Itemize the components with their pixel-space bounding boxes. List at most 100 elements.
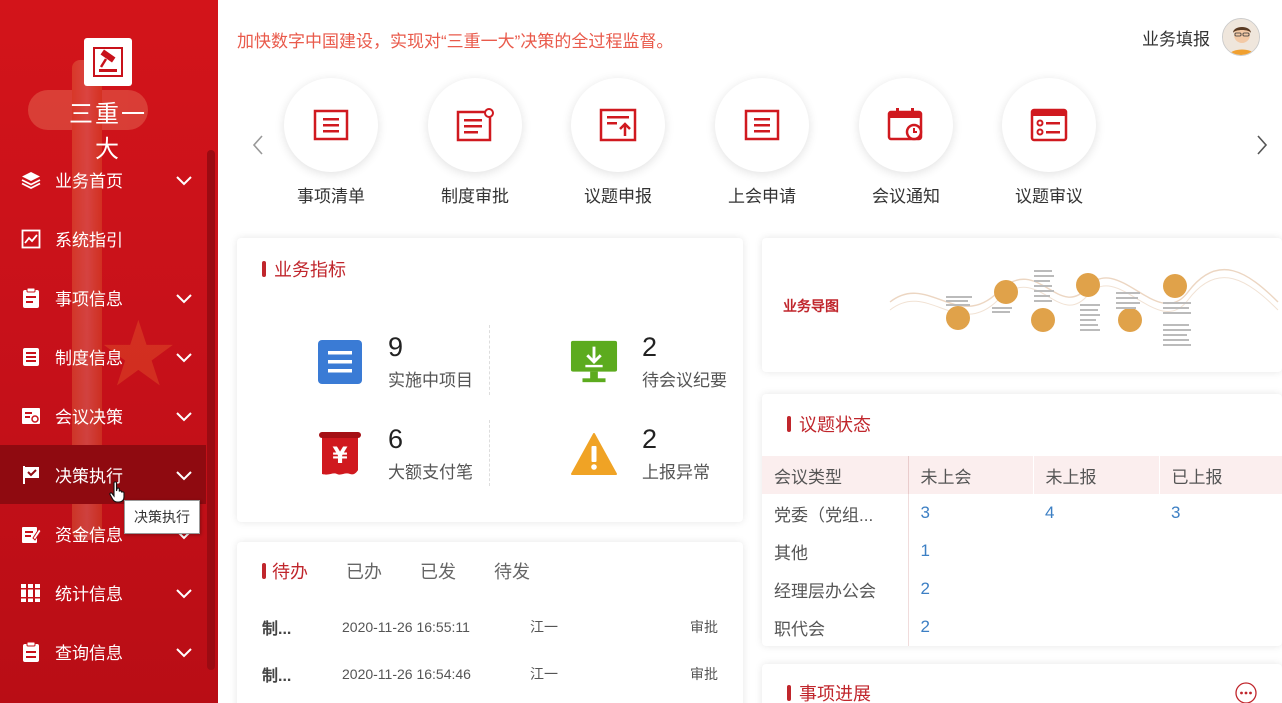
user-area[interactable]: 业务填报 [1142,18,1260,56]
cell-count[interactable] [1159,570,1282,608]
metric-label: 实施中项目 [388,371,473,390]
meeting-icon [20,405,42,427]
metric-value: 6 [388,424,404,454]
metric-value: 9 [388,332,404,362]
todo-user: 江一 [530,619,558,635]
trend-chart-icon [20,228,42,250]
business-flow-diagram [889,268,1279,346]
avatar[interactable] [1222,18,1260,56]
app-logo: 三重一大 [60,38,156,164]
gavel-icon [84,38,132,86]
user-role-label: 业务填报 [1142,29,1210,49]
metric-label: 大额支付笔 [388,463,473,482]
todo-row[interactable]: 制... 2020-11-26 16:54:46 江一 审批 [262,662,718,686]
cell-count[interactable] [1033,532,1159,570]
sidebar-item-label: 会议决策 [55,408,123,427]
hand-cursor-icon [109,481,125,503]
tab-sent[interactable]: 已发 [420,558,456,584]
chevron-down-icon [176,470,192,480]
table-row[interactable]: 职代会 2 [762,608,1282,646]
col-reported: 已上报 [1158,456,1282,494]
cell-meeting-type: 经理层办公会 [762,570,909,608]
table-row[interactable]: 党委（党组... 3 4 3 [762,494,1282,532]
issue-status-table: 会议类型 未上会 未上报 已上报 党委（党组... 3 4 3 其他 1 经理层… [762,456,1282,646]
cell-meeting-type: 职代会 [762,608,909,646]
query-doc-icon [20,641,42,663]
col-not-reported: 未上报 [1032,456,1159,494]
sidebar-item-execution[interactable]: 决策执行 [0,445,206,504]
shortcut-meeting-apply[interactable]: 上会申请 [707,78,817,207]
upload-doc-icon [599,108,637,142]
carousel-prev-arrow[interactable] [252,134,264,156]
sidebar-nav: 业务首页 系统指引 事项信息 制度信息 会议决策 决策执行 资金信息 统计信息 … [0,150,206,681]
calendar-clock-icon [887,108,923,141]
sidebar-item-label: 制度信息 [55,349,123,368]
sidebar-item-statistics[interactable]: 统计信息 [0,563,206,622]
tab-done[interactable]: 已办 [346,558,382,584]
todo-type: 审批 [690,619,718,635]
cell-count[interactable] [1033,608,1159,646]
cell-count[interactable] [1159,608,1282,646]
sidebar-scrollbar[interactable] [207,150,215,670]
sidebar-item-matters[interactable]: 事项信息 [0,268,206,327]
shortcut-topic-declare[interactable]: 议题申报 [563,78,673,207]
sidebar-item-rules[interactable]: 制度信息 [0,327,206,386]
metrics-divider [489,325,490,395]
sidebar-item-guide[interactable]: 系统指引 [0,209,206,268]
cell-count[interactable]: 2 [908,608,1033,646]
table-row[interactable]: 其他 1 [762,532,1282,570]
sidebar-item-label: 系统指引 [55,231,123,250]
cell-count[interactable]: 1 [908,532,1033,570]
books-icon [20,582,42,604]
more-icon[interactable] [1235,682,1257,703]
todo-row[interactable]: 制... 2020-11-26 16:55:11 江一 审批 [262,615,718,639]
table-row[interactable]: 经理层办公会 2 [762,570,1282,608]
shortcut-label: 会议通知 [872,187,940,206]
cell-count[interactable] [1033,570,1159,608]
carousel-next-arrow[interactable] [1256,134,1268,156]
todo-type: 审批 [690,666,718,682]
sidebar-item-query[interactable]: 查询信息 [0,622,206,681]
metric-minutes[interactable]: 2 待会议纪要 [570,332,727,391]
shortcut-rule-approval[interactable]: 制度审批 [420,78,530,207]
cell-count[interactable]: 3 [908,494,1033,532]
metrics-card-title: 业务指标 [262,256,346,282]
metric-payments[interactable]: ¥ 6 大额支付笔 [316,424,473,483]
tab-pending-send[interactable]: 待发 [494,558,530,584]
warning-icon [570,430,618,478]
shortcut-item-list[interactable]: 事项清单 [276,78,386,207]
sidebar-item-label: 统计信息 [55,585,123,604]
guide-card-title: 业务导图 [783,298,839,314]
sidebar-item-label: 事项信息 [55,290,123,309]
chevron-down-icon [176,588,192,598]
chevron-down-icon [176,293,192,303]
shortcut-label: 事项清单 [297,187,365,206]
metric-value: 2 [642,424,658,454]
metric-exceptions[interactable]: 2 上报异常 [570,424,710,483]
shortcut-label: 议题审议 [1015,187,1083,206]
progress-card-title: 事项进展 [787,680,871,703]
cell-count[interactable]: 2 [908,570,1033,608]
shortcut-label: 制度审批 [441,187,509,206]
doc-blue-icon [316,338,364,386]
shortcut-topic-review[interactable]: 议题审议 [994,78,1104,207]
sidebar-item-label: 查询信息 [55,644,123,663]
edit-doc-icon [20,523,42,545]
chevron-down-icon [176,352,192,362]
shortcut-label: 上会申请 [728,187,796,206]
doc-approve-icon [456,108,494,142]
sidebar-item-meeting[interactable]: 会议决策 [0,386,206,445]
sidebar-item-label: 资金信息 [55,526,123,545]
sidebar-item-home[interactable]: 业务首页 [0,150,206,209]
cell-count[interactable]: 3 [1159,494,1282,532]
cell-count[interactable] [1159,532,1282,570]
sidebar: ★ 三重一大 业务首页 系统指引 事项信息 制度信息 会议决策 决策执行 资金信… [0,0,218,703]
shortcut-meeting-notice[interactable]: 会议通知 [851,78,961,207]
clipboard-icon [20,287,42,309]
metric-projects[interactable]: 9 实施中项目 [316,332,473,391]
tab-todo[interactable]: 待办 [262,558,308,584]
cell-count[interactable]: 4 [1033,494,1159,532]
chevron-down-icon [176,647,192,657]
list-icon [313,109,349,141]
header-slogan: 加快数字中国建设，实现对“三重一大”决策的全过程监督。 [237,32,674,51]
